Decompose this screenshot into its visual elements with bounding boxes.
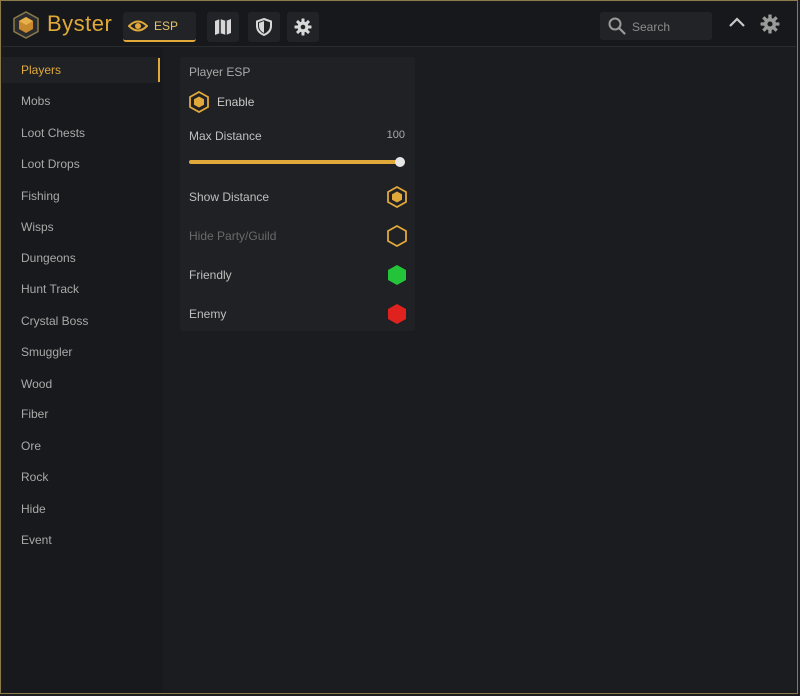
friendly-color-swatch-icon[interactable] [387,264,407,286]
app-title: Byster [47,11,113,36]
enable-hex-checkbox-icon [189,91,209,113]
byster-logo-icon [13,11,39,39]
sidebar-item-ore[interactable]: Ore [2,433,160,459]
player-esp-panel: Player ESP Enable Max Distance 100 Show … [180,57,415,331]
settings-gear-icon[interactable] [760,14,780,34]
sidebar-item-hunt-track[interactable]: Hunt Track [2,276,160,302]
tab-shield[interactable] [248,12,280,42]
enemy-color-swatch-icon[interactable] [387,303,407,325]
search-box[interactable] [600,12,712,40]
sidebar: Players Mobs Loot Chests Loot Drops Fish… [2,47,163,692]
sidebar-item-hide[interactable]: Hide [2,496,160,522]
tab-esp[interactable]: ESP [123,12,196,42]
search-icon [608,17,626,35]
eye-icon [128,20,148,32]
sidebar-item-wood[interactable]: Wood [2,371,160,397]
map-icon [215,19,231,35]
hide-party-guild-label: Hide Party/Guild [189,229,277,243]
search-input[interactable] [630,16,710,38]
sidebar-item-mobs[interactable]: Mobs [2,88,160,114]
show-distance-label: Show Distance [189,190,270,204]
hide-party-guild-toggle-icon[interactable] [387,225,407,247]
sidebar-item-rock[interactable]: Rock [2,464,160,490]
sidebar-item-fishing[interactable]: Fishing [2,183,160,209]
max-distance-slider-thumb[interactable] [395,157,405,167]
header-bar: Byster ESP [2,2,796,47]
sidebar-item-fiber[interactable]: Fiber [2,401,160,427]
enable-label: Enable [217,95,255,109]
sidebar-item-dungeons[interactable]: Dungeons [2,245,160,271]
friendly-label: Friendly [189,268,232,282]
enemy-label: Enemy [189,307,227,321]
tab-esp-label: ESP [154,19,179,33]
sidebar-item-event[interactable]: Event [2,527,160,553]
sidebar-item-loot-drops[interactable]: Loot Drops [2,151,160,177]
sidebar-item-wisps[interactable]: Wisps [2,214,160,240]
app-window: Byster ESP Search Players Mobs Loot Ches… [0,0,798,694]
gear-icon [294,18,312,36]
panel-title: Player ESP [189,65,251,79]
shield-icon [256,18,272,36]
tab-map[interactable] [207,12,239,42]
sidebar-item-loot-chests[interactable]: Loot Chests [2,120,160,146]
max-distance-slider-track[interactable] [189,160,405,164]
show-distance-toggle-icon[interactable] [387,186,407,208]
max-distance-label: Max Distance [189,129,262,143]
sidebar-item-players[interactable]: Players [2,57,160,83]
sidebar-item-crystal-boss[interactable]: Crystal Boss [2,308,160,334]
max-distance-value: 100 [386,129,405,141]
tab-settings[interactable] [287,12,319,42]
sidebar-item-smuggler[interactable]: Smuggler [2,339,160,365]
enable-checkbox[interactable]: Enable [189,91,254,113]
chevron-up-icon[interactable] [728,15,746,29]
